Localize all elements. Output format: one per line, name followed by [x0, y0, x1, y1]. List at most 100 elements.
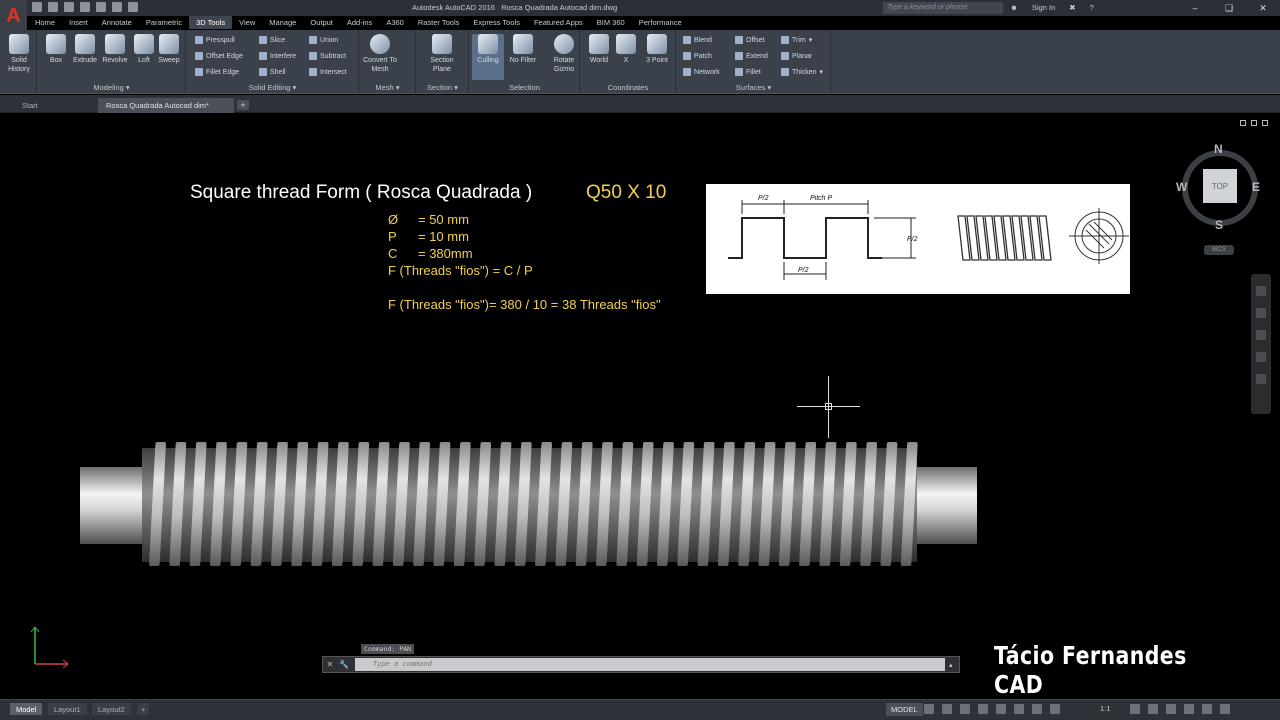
- tab-annotate[interactable]: Annotate: [95, 16, 139, 29]
- extend-button[interactable]: Extend: [735, 52, 768, 60]
- compass-west[interactable]: W: [1176, 180, 1187, 194]
- pan-icon[interactable]: [1256, 308, 1266, 318]
- subtract-button[interactable]: Subtract: [309, 52, 346, 60]
- tab-raster-tools[interactable]: Raster Tools: [411, 16, 467, 29]
- tab-performance[interactable]: Performance: [632, 16, 689, 29]
- surfaces-panel-label[interactable]: Surfaces ▾: [677, 83, 830, 92]
- section-plane-button[interactable]: Section Plane: [426, 34, 458, 74]
- fillet-edge-button[interactable]: Fillet Edge: [195, 68, 239, 76]
- shell-button[interactable]: Shell: [259, 68, 286, 76]
- start-tab[interactable]: Start: [14, 98, 96, 113]
- sweep-button[interactable]: Sweep: [153, 34, 185, 65]
- drawing-viewport[interactable]: Square thread Form ( Rosca Quadrada ) Q5…: [0, 114, 1280, 699]
- thicken-button[interactable]: Thicken ▾: [781, 68, 823, 76]
- slice-button[interactable]: Slice: [259, 36, 285, 44]
- solid-history-button[interactable]: Solid History: [3, 34, 35, 74]
- undo-icon[interactable]: [112, 2, 122, 12]
- user-icon[interactable]: ☻: [1010, 3, 1018, 12]
- exchange-icon[interactable]: ✖: [1069, 3, 1075, 12]
- save-as-icon[interactable]: [80, 2, 90, 12]
- autocad-logo-icon[interactable]: A: [0, 0, 27, 32]
- lineweight-icon[interactable]: [1032, 704, 1042, 714]
- fillet-surface-button[interactable]: Fillet: [735, 68, 761, 76]
- tab-3d-tools[interactable]: 3D Tools: [189, 16, 233, 29]
- close-button[interactable]: ✕: [1246, 0, 1280, 16]
- minimize-button[interactable]: –: [1178, 0, 1212, 16]
- help-icon[interactable]: ?: [1090, 3, 1094, 12]
- planar-button[interactable]: Planar: [781, 52, 812, 60]
- tab-bim-360[interactable]: BIM 360: [590, 16, 632, 29]
- close-command-line-icon[interactable]: ✕: [323, 657, 337, 672]
- new-tab-button[interactable]: +: [237, 100, 249, 110]
- blend-button[interactable]: Blend: [683, 36, 712, 44]
- viewcube[interactable]: TOP N S E W: [1176, 142, 1262, 232]
- new-icon[interactable]: [32, 2, 42, 12]
- tab-a360[interactable]: A360: [379, 16, 411, 29]
- zoom-icon[interactable]: [1256, 330, 1266, 340]
- network-button[interactable]: Network: [683, 68, 720, 76]
- intersect-button[interactable]: Intersect: [309, 68, 347, 76]
- command-history-toggle-icon[interactable]: ▴: [949, 661, 959, 669]
- layout2-tab[interactable]: Layout2: [92, 703, 131, 715]
- customize-wrench-icon[interactable]: 🔧: [337, 657, 351, 672]
- section-panel-label[interactable]: Section ▾: [417, 83, 468, 92]
- union-button[interactable]: Union: [309, 36, 338, 44]
- ortho-icon[interactable]: [960, 704, 970, 714]
- extrude-button[interactable]: Extrude: [69, 34, 101, 65]
- solid-editing-panel-label[interactable]: Solid Editing ▾: [187, 83, 358, 92]
- threaded-rod-model[interactable]: [60, 432, 1000, 574]
- tab-output[interactable]: Output: [303, 16, 340, 29]
- offset-edge-button[interactable]: Offset Edge: [195, 52, 243, 60]
- layout1-tab[interactable]: Layout1: [48, 703, 87, 715]
- trim-button[interactable]: Trim ▾: [781, 36, 812, 44]
- tab-parametric[interactable]: Parametric: [139, 16, 189, 29]
- grid-icon[interactable]: [924, 704, 934, 714]
- modeling-panel-label[interactable]: Modeling ▾: [38, 83, 185, 92]
- no-filter-button[interactable]: No Filter: [507, 34, 539, 65]
- customization-menu-icon[interactable]: [1220, 704, 1230, 714]
- tab-express-tools[interactable]: Express Tools: [466, 16, 527, 29]
- convert-to-mesh-button[interactable]: Convert To Mesh: [363, 34, 397, 74]
- viewport-close-icon[interactable]: [1262, 120, 1268, 126]
- print-icon[interactable]: [96, 2, 106, 12]
- open-icon[interactable]: [48, 2, 58, 12]
- wcs-menu[interactable]: WCS: [1204, 245, 1234, 255]
- command-input[interactable]: Type a command: [355, 658, 945, 671]
- drawing-tab[interactable]: Rosca Quadrada Autocad dim*: [98, 98, 234, 113]
- rotate-gizmo-button[interactable]: Rotate Gizmo: [548, 34, 580, 74]
- compass-east[interactable]: E: [1252, 180, 1260, 194]
- compass-south[interactable]: S: [1215, 218, 1223, 232]
- showmotion-icon[interactable]: [1256, 374, 1266, 384]
- model-space-indicator[interactable]: MODEL: [886, 703, 923, 716]
- viewport-minimize-icon[interactable]: [1240, 120, 1246, 126]
- osnap-icon[interactable]: [996, 704, 1006, 714]
- three-point-ucs-button[interactable]: 3 Point: [641, 34, 673, 65]
- sign-in-label[interactable]: Sign In: [1032, 3, 1055, 12]
- interfere-button[interactable]: Interfere: [259, 52, 296, 60]
- box-button[interactable]: Box: [40, 34, 72, 65]
- culling-button[interactable]: Culling: [472, 34, 504, 80]
- annotation-icon[interactable]: [1050, 704, 1060, 714]
- model-tab[interactable]: Model: [10, 703, 43, 715]
- tab-home[interactable]: Home: [28, 16, 62, 29]
- sign-in-area[interactable]: ☻ Sign In ✖ ?: [1010, 3, 1094, 12]
- search-input[interactable]: Type a keyword or phrase: [883, 2, 1003, 14]
- annotation-scale[interactable]: 1:1: [1100, 704, 1110, 713]
- snap-icon[interactable]: [942, 704, 952, 714]
- tab-add-ins[interactable]: Add-ins: [340, 16, 379, 29]
- annotation-monitor-icon[interactable]: [1148, 704, 1158, 714]
- compass-north[interactable]: N: [1214, 142, 1223, 156]
- x-ucs-button[interactable]: X: [610, 34, 642, 65]
- revolve-button[interactable]: Revolve: [99, 34, 131, 65]
- clean-screen-icon[interactable]: [1202, 704, 1212, 714]
- tab-insert[interactable]: Insert: [62, 16, 95, 29]
- add-layout-button[interactable]: +: [137, 703, 150, 715]
- polar-icon[interactable]: [978, 704, 988, 714]
- mesh-panel-label[interactable]: Mesh ▾: [360, 83, 415, 92]
- isolate-objects-icon[interactable]: [1166, 704, 1176, 714]
- tab-view[interactable]: View: [232, 16, 262, 29]
- hardware-acceleration-icon[interactable]: [1184, 704, 1194, 714]
- orbit-icon[interactable]: [1256, 352, 1266, 362]
- patch-button[interactable]: Patch: [683, 52, 712, 60]
- redo-icon[interactable]: [128, 2, 138, 12]
